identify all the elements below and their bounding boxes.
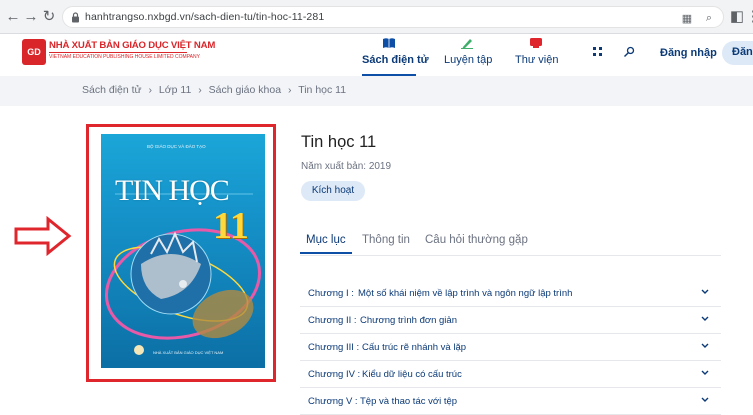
chapter-title: Tệp và thao tác với tệp [360,396,458,407]
cover-bottom-text: NHÀ XUẤT BẢN GIÁO DỤC VIỆT NAM [153,350,224,355]
login-link[interactable]: Đăng nhập [660,47,717,59]
nav-ebooks-label: Sách điện tử [362,54,429,66]
nav-practice[interactable]: Luyện tập [444,34,493,76]
grid-icon [593,47,602,56]
nav-practice-label: Luyện tập [444,54,493,66]
breadcrumb-item[interactable]: Sách điện tử [82,84,142,96]
book-title: Tin học 11 [301,133,377,151]
tab-faq[interactable]: Câu hỏi thường gặp [425,234,528,246]
chapter-title: Cấu trúc rẽ nhánh và lặp [362,342,467,353]
logo-title: NHÀ XUẤT BẢN GIÁO DỤC VIỆT NAM [49,40,216,51]
breadcrumb-item[interactable]: Lớp 11 [159,84,191,96]
logo-subtitle: VIETNAM EDUCATION PUBLISHING HOUSE LIMIT… [49,54,200,60]
browser-toolbar: ← → ↻ hanhtrangso.nxbgd.vn/sach-dien-tu/… [0,0,753,34]
forward-icon[interactable]: → [22,8,40,26]
chevron-down-icon[interactable] [700,396,710,404]
qr-icon[interactable]: ▦ [681,12,693,25]
active-tab-indicator [300,252,352,254]
chapter-title: Một số khái niệm về lập trình và ngôn ng… [358,288,573,299]
publication-year: Năm xuất bản: 2019 [301,161,392,172]
pencil-icon [461,39,473,49]
cover-publisher: BỘ GIÁO DỤC VÀ ĐÀO TẠO [147,144,206,149]
cover-title: TIN HỌC [115,174,230,207]
logo-badge: GD [22,39,46,65]
chevron-down-icon[interactable] [700,315,710,323]
lock-icon [72,12,79,23]
apps-grid-icon[interactable] [591,46,605,60]
tab-info[interactable]: Thông tin [362,234,410,246]
breadcrumb-item-current: Tin học 11 [298,84,347,96]
book-cover[interactable]: BỘ GIÁO DỤC VÀ ĐÀO TẠO TIN HỌC 11 NHÀ XU… [101,134,265,368]
breadcrumb-item[interactable]: Sách giáo khoa [209,84,281,96]
chapter-number: Chương III : [308,342,360,353]
chapter-title: Chương trình đơn giản [360,315,457,326]
magnifier-icon [624,46,635,57]
chapter-row[interactable]: Chương II : Chương trình đơn giản [300,307,721,334]
chevron-down-icon[interactable] [700,342,710,350]
chapter-row[interactable]: Chương I : Một số khái niệm về lập trình… [300,280,721,307]
chapter-row[interactable]: Chương IV : Kiểu dữ liệu có cấu trúc [300,361,721,388]
tab-divider [300,255,721,256]
menu-icon[interactable]: ⋮ [744,8,753,26]
cover-artwork [104,193,262,355]
chapter-row[interactable]: Chương III : Cấu trúc rẽ nhánh và lặp [300,334,721,361]
address-bar[interactable]: hanhtrangso.nxbgd.vn/sach-dien-tu/tin-ho… [62,6,724,28]
library-icon [530,38,542,48]
chapter-number: Chương IV : [308,369,361,380]
activate-button[interactable]: Kích hoạt [301,181,365,201]
breadcrumb-bar: Sách điện tử › Lớp 11 › Sách giáo khoa ›… [0,76,753,106]
zoom-icon[interactable]: ⌕ [703,12,715,24]
chapter-number: Chương I : [308,288,354,299]
chevron-down-icon[interactable] [700,288,710,296]
nav-ebooks[interactable]: Sách điện tử [362,34,429,76]
url-text: hanhtrangso.nxbgd.vn/sach-dien-tu/tin-ho… [85,11,325,23]
cover-number: 11 [213,205,249,247]
breadcrumb-separator: › [287,84,292,96]
logo-divider [49,52,187,53]
chapter-number: Chương II : [308,315,357,326]
site-header: GD NHÀ XUẤT BẢN GIÁO DỤC VIỆT NAM VIETNA… [0,34,753,76]
chapter-title: Kiểu dữ liệu có cấu trúc [362,369,462,380]
chapter-number: Chương V : [308,396,358,407]
book-icon [383,38,395,48]
breadcrumb: Sách điện tử › Lớp 11 › Sách giáo khoa ›… [82,84,350,96]
chevron-down-icon[interactable] [700,369,710,377]
back-icon[interactable]: ← [4,8,22,26]
reload-icon[interactable]: ↻ [40,8,58,26]
search-icon[interactable] [622,46,636,60]
tab-table-of-contents[interactable]: Mục lục [306,234,346,246]
publisher-logo[interactable]: GD NHÀ XUẤT BẢN GIÁO DỤC VIỆT NAM VIETNA… [22,38,215,70]
nav-library-label: Thư viện [515,54,559,66]
register-button[interactable]: Đăn [722,41,753,65]
nav-library[interactable]: Thư viện [515,34,559,76]
chapter-row[interactable]: Chương V : Tệp và thao tác với tệp [300,388,721,415]
annotation-arrow-icon [14,216,72,256]
breadcrumb-separator: › [198,84,202,96]
breadcrumb-separator: › [148,84,153,96]
